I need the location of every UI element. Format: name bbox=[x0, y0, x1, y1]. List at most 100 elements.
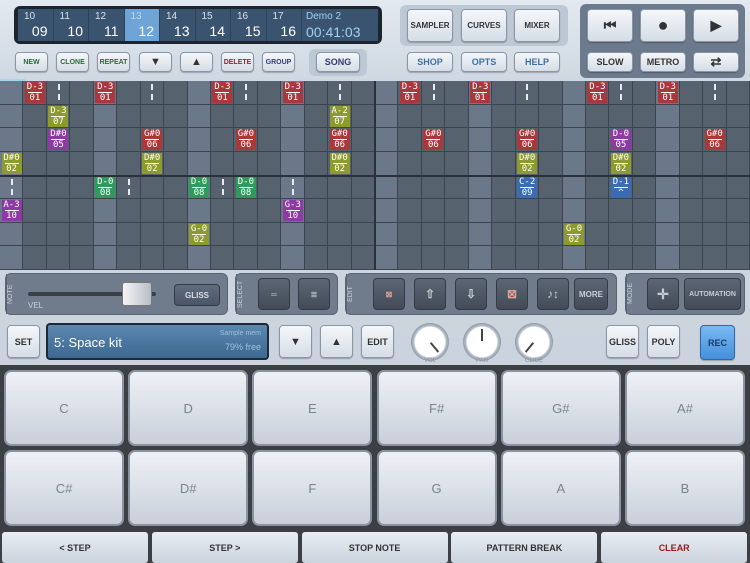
clone-button[interactable]: CLONE bbox=[56, 52, 89, 72]
grid-cell[interactable] bbox=[46, 222, 71, 247]
grid-cell[interactable] bbox=[257, 175, 282, 200]
grid-cell[interactable] bbox=[70, 246, 94, 270]
grid-cell[interactable] bbox=[23, 199, 47, 223]
grid-cell[interactable] bbox=[445, 81, 469, 105]
move-mode-button[interactable]: ✛ bbox=[647, 278, 679, 310]
grid-cell[interactable] bbox=[492, 175, 516, 200]
delete-button[interactable]: DELETE bbox=[221, 52, 254, 72]
pattern-position-cell[interactable]: 16 15 bbox=[231, 9, 267, 41]
grid-cell[interactable] bbox=[703, 222, 727, 247]
grid-cell[interactable] bbox=[656, 104, 680, 129]
grid-cell[interactable] bbox=[445, 104, 469, 129]
note-pad[interactable]: F# bbox=[376, 370, 497, 446]
grid-cell[interactable] bbox=[609, 246, 633, 270]
grid-cell[interactable] bbox=[210, 104, 235, 129]
grid-cell[interactable] bbox=[656, 151, 680, 176]
grid-cell[interactable] bbox=[539, 104, 563, 129]
grid-cell[interactable] bbox=[164, 175, 188, 200]
grid-cell[interactable] bbox=[210, 222, 235, 247]
grid-cell[interactable] bbox=[585, 128, 610, 152]
gliss-toggle[interactable]: GLISS bbox=[174, 284, 220, 306]
note-event[interactable]: D#0 02 bbox=[610, 152, 631, 174]
grid-cell[interactable] bbox=[632, 128, 657, 152]
grid-cell[interactable] bbox=[632, 175, 657, 200]
instrument-edit-button[interactable]: EDIT bbox=[361, 325, 394, 358]
grid-cell[interactable] bbox=[726, 81, 750, 105]
note-event[interactable]: D-3 01 bbox=[212, 82, 233, 103]
grid-cell[interactable] bbox=[93, 222, 118, 247]
grid-cell[interactable] bbox=[257, 151, 282, 176]
grid-cell[interactable] bbox=[656, 222, 680, 247]
grid-cell[interactable] bbox=[679, 151, 704, 176]
poly-button[interactable]: POLY bbox=[647, 325, 680, 358]
note-event[interactable]: G-0 02 bbox=[189, 223, 209, 245]
grid-cell[interactable] bbox=[421, 151, 446, 176]
grid-cell[interactable] bbox=[421, 175, 446, 200]
grid-cell[interactable] bbox=[679, 81, 704, 105]
note-event[interactable]: D-0 08 bbox=[95, 176, 116, 198]
grid-cell[interactable] bbox=[304, 81, 329, 105]
grid-cell[interactable] bbox=[703, 175, 727, 200]
grid-cell[interactable] bbox=[70, 104, 94, 129]
grid-cell[interactable] bbox=[679, 128, 704, 152]
grid-cell[interactable] bbox=[304, 199, 329, 223]
metro-button[interactable]: METRO bbox=[640, 52, 686, 72]
song-button[interactable]: SONG bbox=[316, 52, 360, 72]
grid-cell[interactable] bbox=[70, 222, 94, 247]
grid-cell[interactable] bbox=[585, 222, 610, 247]
pattern-position-cell[interactable]: 11 10 bbox=[54, 9, 89, 41]
grid-cell[interactable] bbox=[679, 222, 704, 247]
grid-cell[interactable] bbox=[210, 199, 235, 223]
grid-cell[interactable] bbox=[492, 128, 516, 152]
grid-cell[interactable] bbox=[187, 128, 211, 152]
grid-cell[interactable] bbox=[632, 246, 657, 270]
note-pad[interactable]: A bbox=[500, 450, 621, 526]
velocity-slider-thumb[interactable] bbox=[121, 282, 152, 306]
transpose-button[interactable]: ♪↕ bbox=[537, 278, 569, 310]
grid-cell[interactable] bbox=[187, 151, 211, 176]
grid-cell[interactable] bbox=[585, 175, 610, 200]
grid-cell[interactable] bbox=[539, 151, 563, 176]
note-event[interactable]: D#0 02 bbox=[329, 152, 350, 174]
grid-cell[interactable] bbox=[468, 128, 493, 152]
grid-cell[interactable] bbox=[351, 246, 375, 270]
grid-cell[interactable] bbox=[164, 104, 188, 129]
grid-cell[interactable] bbox=[562, 199, 586, 223]
grid-cell[interactable] bbox=[468, 175, 493, 200]
grid-cell[interactable] bbox=[304, 222, 329, 247]
grid-cell[interactable] bbox=[539, 128, 563, 152]
grid-cell[interactable] bbox=[140, 199, 165, 223]
pan-knob[interactable] bbox=[463, 323, 501, 361]
grid-cell[interactable] bbox=[164, 151, 188, 176]
grid-cell[interactable] bbox=[257, 246, 282, 270]
grid-cell[interactable] bbox=[187, 246, 211, 270]
note-event[interactable]: D-3 01 bbox=[587, 82, 608, 103]
note-event[interactable]: D#0 02 bbox=[1, 152, 22, 174]
grid-cell[interactable] bbox=[468, 104, 493, 129]
pattern-grid[interactable]: D-3 01 D-3 01 D-3 01 D-3 01 D-3 07 A-2 07 D#0 05 G#0 06… bbox=[0, 79, 750, 270]
grid-cell[interactable] bbox=[328, 175, 352, 200]
grid-cell[interactable] bbox=[632, 151, 657, 176]
grid-cell[interactable] bbox=[632, 81, 657, 105]
grid-cell[interactable] bbox=[539, 81, 563, 105]
note-pad[interactable]: D bbox=[128, 370, 249, 446]
grid-cell[interactable] bbox=[632, 199, 657, 223]
grid-cell[interactable] bbox=[445, 246, 469, 270]
instrument-down-button[interactable]: ▼ bbox=[279, 325, 312, 358]
note-event[interactable]: D-3 01 bbox=[657, 82, 678, 103]
note-event[interactable]: D-3 01 bbox=[399, 82, 420, 103]
grid-cell[interactable] bbox=[304, 151, 329, 176]
grid-cell[interactable] bbox=[257, 222, 282, 247]
grid-cell[interactable] bbox=[304, 128, 329, 152]
shop-button[interactable]: SHOP bbox=[407, 52, 453, 72]
grid-cell[interactable] bbox=[609, 104, 633, 129]
grid-cell[interactable] bbox=[539, 175, 563, 200]
grid-cell[interactable] bbox=[585, 104, 610, 129]
grid-cell[interactable] bbox=[281, 222, 305, 247]
grid-cell[interactable] bbox=[187, 81, 211, 105]
grid-cell[interactable] bbox=[515, 222, 540, 247]
grid-cell[interactable] bbox=[492, 104, 516, 129]
grid-cell[interactable] bbox=[70, 128, 94, 152]
note-event[interactable]: D-3 07 bbox=[48, 105, 69, 127]
grid-cell[interactable] bbox=[351, 81, 375, 105]
